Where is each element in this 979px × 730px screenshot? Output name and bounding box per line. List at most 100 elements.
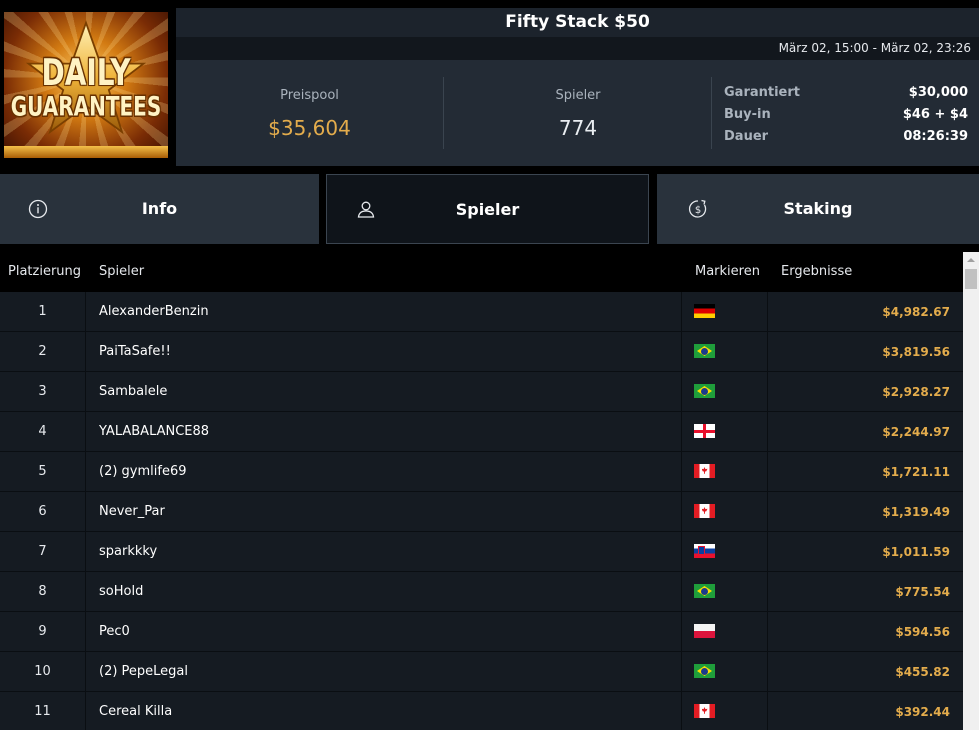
tournament-details: Garantiert $30,000 Buy-in $46 + $4 Dauer… [724,82,968,148]
flag-br-icon [694,384,715,398]
row-flag [682,372,768,412]
row-result: $2,244.97 [882,425,950,439]
prizepool-label: Preispool [280,88,339,103]
table-row[interactable]: 5 (2) gymlife69 $1,721.11 [0,452,963,492]
column-header-player[interactable]: Spieler [99,252,144,292]
row-rank: 7 [0,532,86,572]
row-player-name[interactable]: soHold [86,572,682,612]
detail-label: Buy-in [724,107,771,122]
row-player-name[interactable]: Never_Par [86,492,682,532]
row-flag [682,572,768,612]
table-row[interactable]: 2 PaiTaSafe!! $3,819.56 [0,332,963,372]
row-flag [682,292,768,332]
row-result: $775.54 [895,585,950,599]
flag-ca-icon [694,704,715,718]
row-rank: 10 [0,652,86,692]
tournament-stats-panel: Preispool $35,604 Spieler 774 Garantiert… [176,60,979,166]
table-row[interactable]: 4 YALABALANCE88 $2,244.97 [0,412,963,452]
detail-guaranteed: Garantiert $30,000 [724,82,968,104]
scrollbar-thumb[interactable] [965,269,977,289]
row-result: $455.82 [895,665,950,679]
table-row[interactable]: 9 Pec0 $594.56 [0,612,963,652]
table-row[interactable]: 1 AlexanderBenzin $4,982.67 [0,292,963,332]
table-row[interactable]: 6 Never_Par $1,319.49 [0,492,963,532]
row-player-name[interactable]: (2) gymlife69 [86,452,682,492]
detail-label: Dauer [724,129,769,144]
tournament-logo: DAILY GUARANTEES [0,0,176,166]
column-header-flag[interactable]: Markieren [695,252,760,292]
table-row[interactable]: 10 (2) PepeLegal $455.82 [0,652,963,692]
row-result: $1,319.49 [882,505,950,519]
logo-text-daily: DAILY [41,51,131,94]
tournament-title: Fifty Stack $50 [176,8,979,37]
row-rank: 4 [0,412,86,452]
flag-pl-icon [694,624,715,638]
row-rank: 2 [0,332,86,372]
prizepool-stat: Preispool $35,604 [176,60,443,166]
tab-staking-label: Staking [783,199,853,218]
tab-info-label: Info [141,199,178,218]
row-flag [682,412,768,452]
row-result: $3,819.56 [882,345,950,359]
row-player-name[interactable]: Sambalele [86,372,682,412]
scroll-up-arrow-icon[interactable] [963,252,979,268]
row-player-name[interactable]: sparkkky [86,532,682,572]
row-rank: 11 [0,692,86,730]
prizepool-value: $35,604 [268,116,351,140]
row-result: $4,982.67 [882,305,950,319]
column-header-results[interactable]: Ergebnisse [781,252,852,292]
detail-buyin: Buy-in $46 + $4 [724,104,968,126]
row-flag [682,452,768,492]
daily-guarantees-banner: DAILY GUARANTEES [4,12,168,158]
row-rank: 1 [0,292,86,332]
tab-players[interactable]: Spieler [326,174,649,244]
row-result: $392.44 [895,705,950,719]
players-value: 774 [558,116,598,140]
row-player-name[interactable]: YALABALANCE88 [86,412,682,452]
tab-staking[interactable]: $ Staking [657,174,979,244]
tab-info[interactable]: Info [0,174,319,244]
row-player-name[interactable]: Pec0 [86,612,682,652]
row-rank: 8 [0,572,86,612]
row-result: $594.56 [895,625,950,639]
table-row[interactable]: 7 sparkkky $1,011.59 [0,532,963,572]
row-player-name[interactable]: (2) PepeLegal [86,652,682,692]
results-table-body: 1 AlexanderBenzin $4,982.67 2 PaiTaSafe!! $3,… [0,292,963,730]
row-player-name[interactable]: AlexanderBenzin [86,292,682,332]
row-rank: 6 [0,492,86,532]
row-flag [682,612,768,652]
detail-duration: Dauer 08:26:39 [724,126,968,148]
row-player-name[interactable]: PaiTaSafe!! [86,332,682,372]
flag-de-icon [694,304,715,318]
table-row[interactable]: 11 Cereal Killa $392.44 [0,692,963,730]
row-rank: 9 [0,612,86,652]
table-row[interactable]: 3 Sambalele $2,928.27 [0,372,963,412]
flag-br-icon [694,664,715,678]
detail-label: Garantiert [724,85,800,100]
row-flag [682,532,768,572]
table-row[interactable]: 8 soHold $775.54 [0,572,963,612]
players-label: Spieler [555,88,601,103]
row-flag [682,492,768,532]
tab-players-label: Spieler [455,200,520,219]
row-flag [682,692,768,730]
flag-ca-icon [694,464,715,478]
column-header-rank[interactable]: Platzierung [8,252,81,292]
row-flag [682,652,768,692]
row-player-name[interactable]: Cereal Killa [86,692,682,730]
row-rank: 3 [0,372,86,412]
detail-value: $46 + $4 [902,107,968,122]
flag-br-icon [694,344,715,358]
detail-value: $30,000 [908,85,968,100]
row-result: $1,011.59 [882,545,950,559]
flag-ge-icon [694,424,715,438]
logo-text-guarantees: GUARANTEES [10,89,162,123]
row-flag [682,332,768,372]
players-stat: Spieler 774 [444,60,712,166]
detail-value: 08:26:39 [903,129,968,144]
row-result: $1,721.11 [882,465,950,479]
flag-br-icon [694,584,715,598]
row-result: $2,928.27 [882,385,950,399]
divider [711,77,712,149]
table-scrollbar[interactable] [963,252,979,730]
